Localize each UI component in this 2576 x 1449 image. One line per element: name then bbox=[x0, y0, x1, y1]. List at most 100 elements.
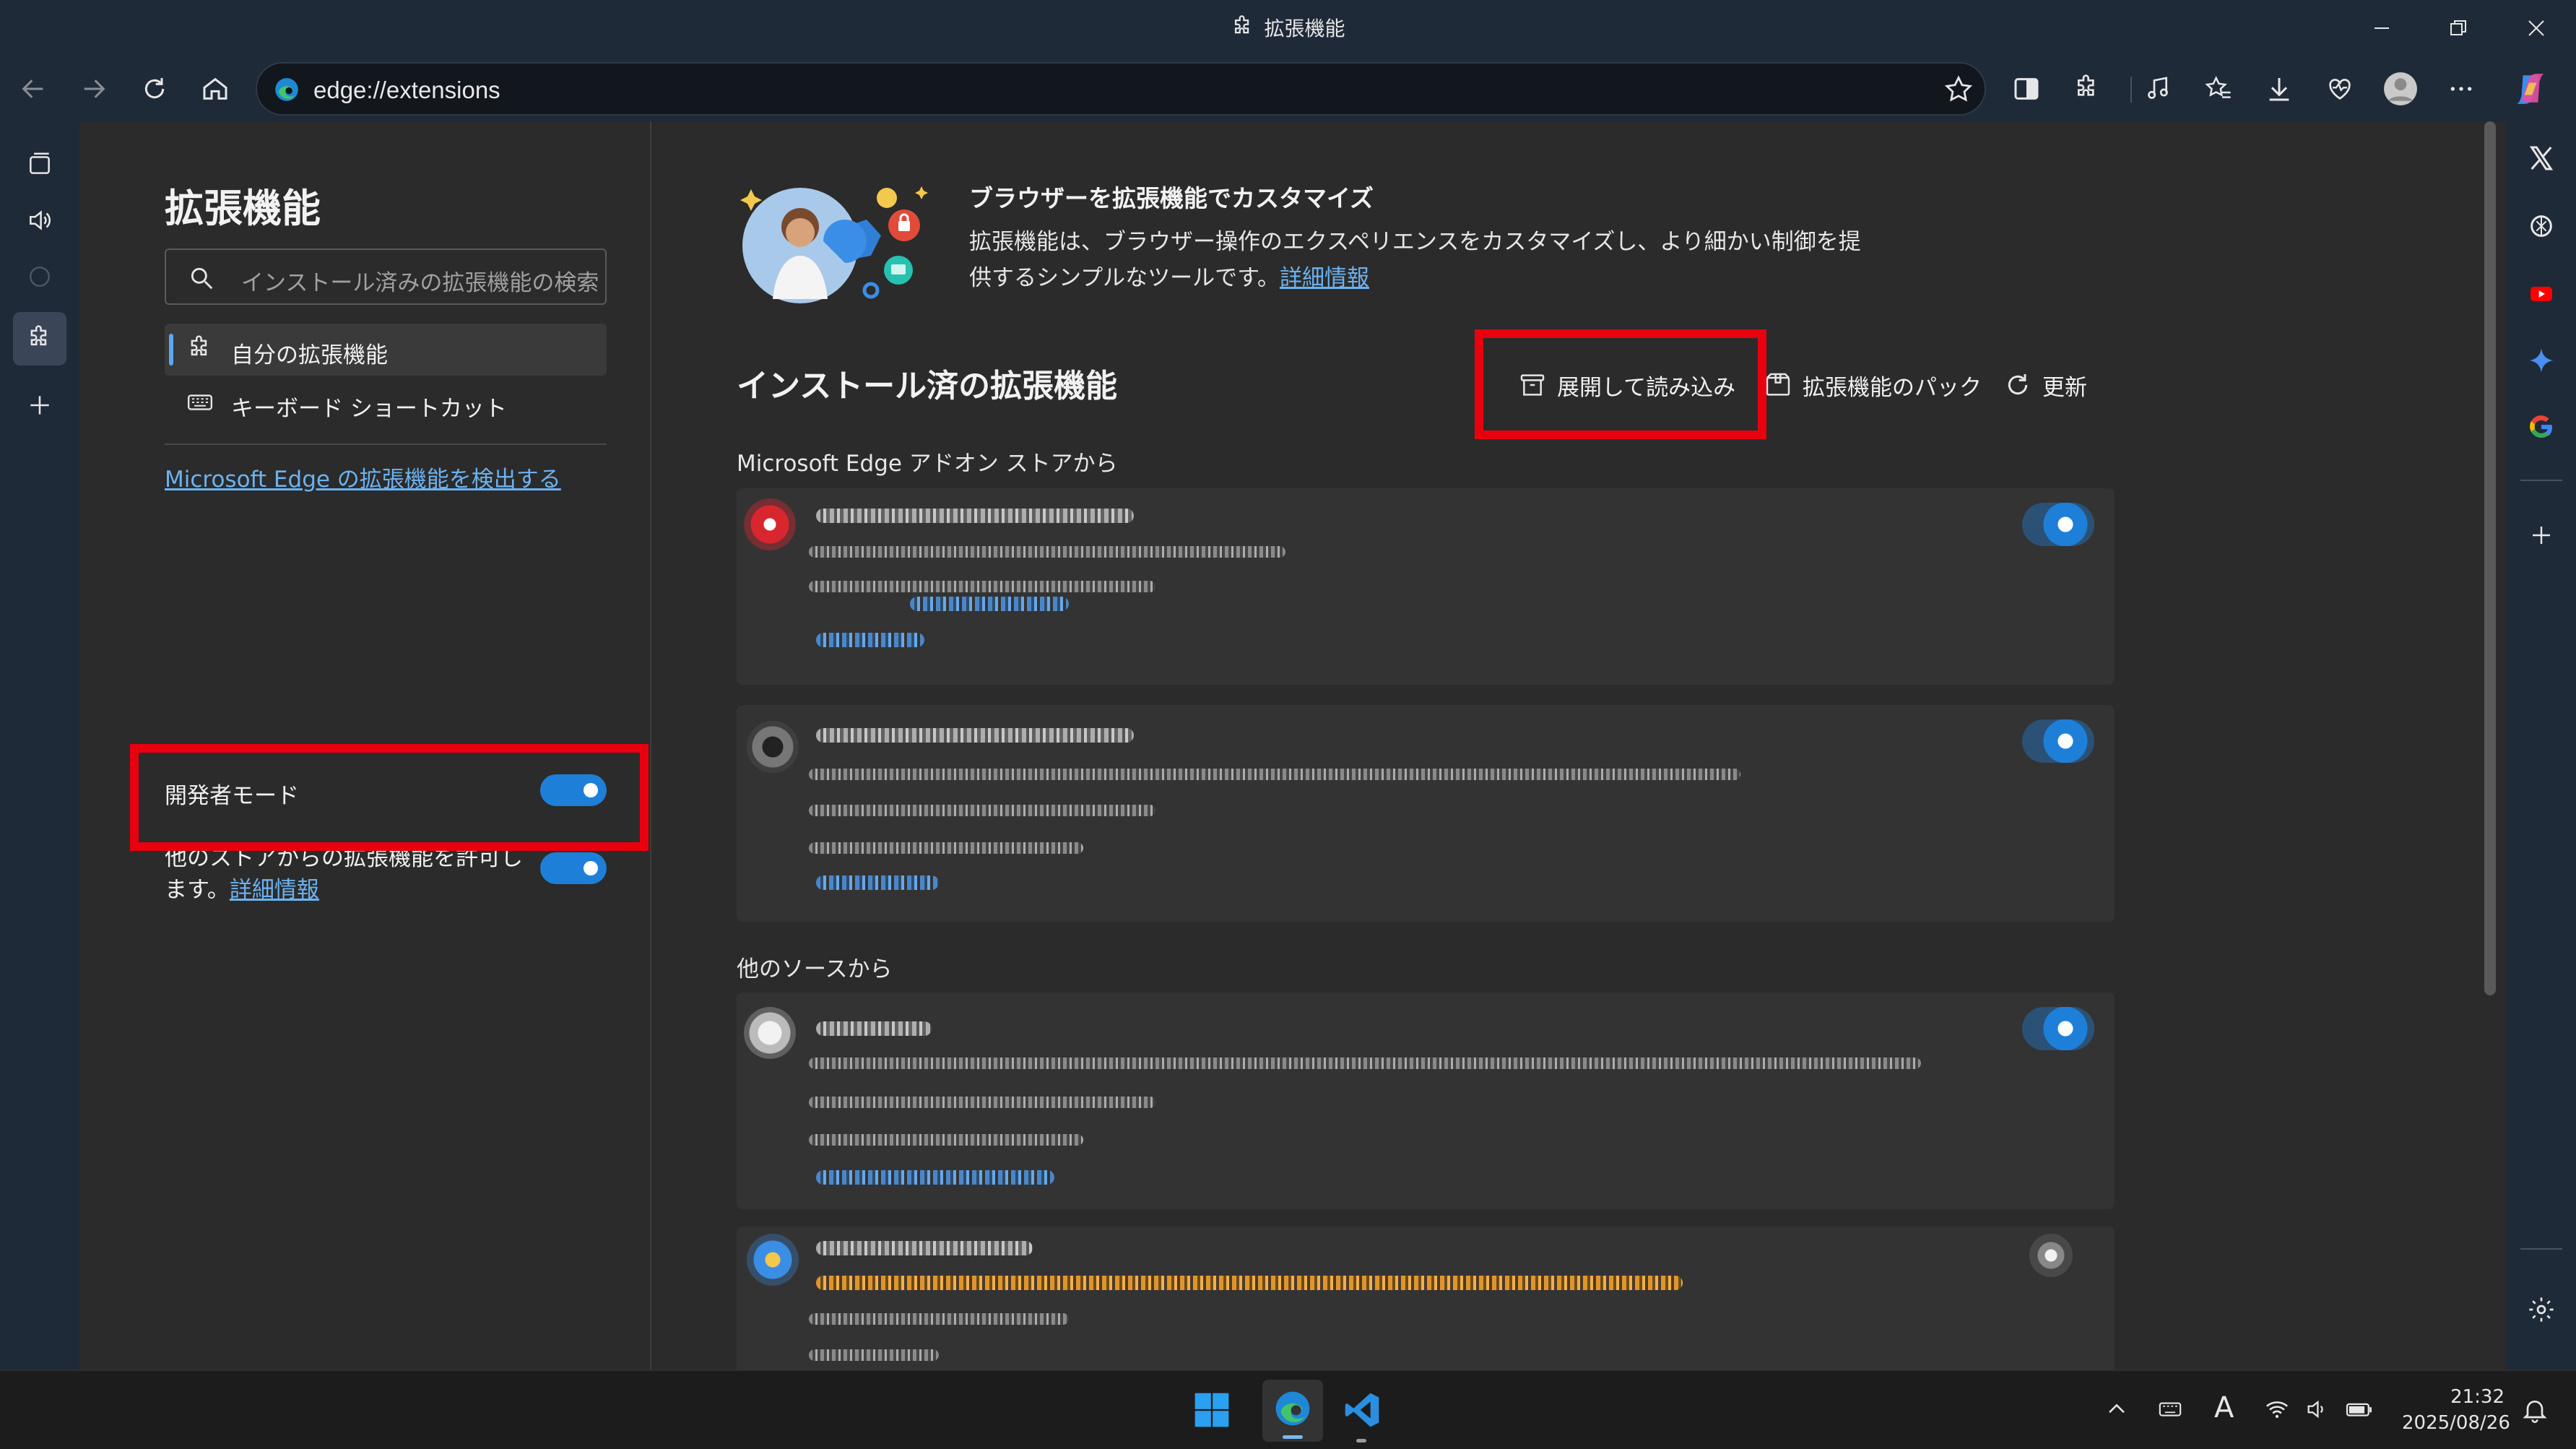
tab-extensions[interactable] bbox=[13, 312, 66, 366]
search-placeholder: インストール済みの拡張機能の検索 bbox=[241, 270, 599, 296]
favorite-star-button[interactable] bbox=[1943, 74, 1974, 105]
close-button[interactable] bbox=[2515, 10, 2558, 46]
tray-overflow-button[interactable] bbox=[2104, 1397, 2129, 1422]
chatgpt-button[interactable] bbox=[2516, 201, 2567, 251]
gemini-button[interactable] bbox=[2516, 335, 2567, 386]
google-button[interactable] bbox=[2516, 402, 2567, 452]
store-section-title: Microsoft Edge アドオン ストアから bbox=[737, 451, 1118, 477]
nav-item-my-extensions[interactable]: 自分の拡張機能 bbox=[165, 324, 607, 376]
browser-essentials-button[interactable] bbox=[2317, 66, 2363, 112]
ime-indicator[interactable]: A bbox=[2214, 1391, 2234, 1424]
copilot-icon bbox=[2517, 74, 2544, 104]
extension-icon bbox=[747, 1234, 799, 1286]
taskbar-edge-button[interactable] bbox=[1262, 1380, 1323, 1442]
windows-taskbar: A 21:32 2025/08/26 bbox=[0, 1370, 2576, 1449]
extension-description-blurred bbox=[809, 546, 1285, 558]
puzzle-icon bbox=[1235, 15, 1249, 34]
banner-learn-more-link[interactable]: 詳細情報 bbox=[1280, 265, 1369, 291]
toolbar-divider bbox=[2130, 77, 2132, 103]
home-button[interactable] bbox=[192, 66, 238, 112]
tab-actions-button[interactable] bbox=[13, 137, 66, 191]
extension-icon bbox=[747, 721, 799, 773]
notifications-button[interactable] bbox=[2520, 1396, 2549, 1424]
volume-icon[interactable] bbox=[2304, 1397, 2330, 1422]
restore-button[interactable] bbox=[2437, 10, 2480, 46]
forward-button[interactable] bbox=[71, 66, 117, 112]
settings-more-button[interactable] bbox=[2438, 66, 2484, 112]
puzzle-icon bbox=[30, 325, 47, 346]
window-title: 拡張機能 bbox=[0, 13, 2576, 42]
new-tab-button[interactable] bbox=[13, 379, 66, 432]
arrow-right-icon bbox=[84, 79, 105, 98]
banner-title: ブラウザーを拡張機能でカスタマイズ bbox=[969, 184, 1374, 212]
wifi-icon[interactable] bbox=[2263, 1397, 2291, 1422]
pack-extension-button[interactable]: 拡張機能のパック bbox=[1764, 360, 1982, 410]
downloads-button[interactable] bbox=[2256, 66, 2302, 112]
extensions-button[interactable] bbox=[2064, 66, 2110, 112]
split-screen-button[interactable] bbox=[2003, 66, 2050, 112]
back-button[interactable] bbox=[10, 66, 56, 112]
extension-enabled-toggle[interactable] bbox=[2022, 719, 2094, 763]
active-indicator bbox=[1283, 1435, 1303, 1439]
sidebar-add-button[interactable] bbox=[2516, 510, 2567, 561]
vscode-icon bbox=[1345, 1393, 1379, 1427]
extension-description-blurred bbox=[809, 1313, 1069, 1325]
x-twitter-button[interactable] bbox=[2516, 133, 2567, 183]
running-indicator bbox=[1356, 1439, 1366, 1442]
nav-item-keyboard-shortcuts[interactable]: キーボード ショートカット bbox=[165, 377, 607, 429]
extensions-search-input[interactable]: インストール済みの拡張機能の検索 bbox=[165, 248, 607, 305]
extension-reload-icon[interactable] bbox=[2029, 1234, 2073, 1277]
update-label: 更新 bbox=[2042, 374, 2087, 401]
developer-mode-highlight bbox=[130, 744, 649, 851]
refresh-button[interactable] bbox=[131, 66, 178, 112]
nav-item-label: キーボード ショートカット bbox=[231, 396, 507, 422]
globe-icon bbox=[30, 267, 50, 287]
other-stores-label: 他のストアからの拡張機能を許可します。 bbox=[165, 845, 523, 903]
youtube-icon bbox=[2531, 287, 2552, 301]
nav-divider bbox=[165, 444, 607, 445]
favorites-button[interactable] bbox=[2195, 66, 2242, 112]
sidebar-divider bbox=[2520, 480, 2562, 481]
chevron-up-icon bbox=[2109, 1403, 2125, 1414]
sidebar-divider bbox=[2520, 1248, 2562, 1250]
extension-enabled-toggle[interactable] bbox=[2022, 1007, 2094, 1050]
discover-extensions-link[interactable]: Microsoft Edge の拡張機能を検出する bbox=[165, 461, 561, 493]
star-icon bbox=[1944, 75, 1973, 102]
home-icon bbox=[203, 77, 227, 100]
sparkle-icon bbox=[2529, 348, 2554, 373]
address-bar[interactable]: edge://extensions bbox=[256, 62, 1986, 116]
download-icon bbox=[2269, 78, 2289, 101]
arrow-left-icon bbox=[22, 79, 43, 98]
tab-faded[interactable] bbox=[13, 250, 66, 303]
minimize-button[interactable] bbox=[2360, 10, 2403, 46]
selection-indicator bbox=[169, 334, 173, 366]
extension-name-blurred bbox=[816, 509, 1134, 523]
extension-enabled-toggle[interactable] bbox=[2022, 503, 2094, 546]
keyboard-icon bbox=[186, 389, 214, 416]
tab-audio[interactable] bbox=[13, 194, 66, 247]
battery-icon[interactable] bbox=[2344, 1397, 2375, 1422]
extension-link-blurred bbox=[816, 875, 939, 890]
update-button[interactable]: 更新 bbox=[2003, 360, 2087, 410]
sidebar-settings-button[interactable] bbox=[2516, 1284, 2567, 1335]
plus-icon bbox=[30, 396, 49, 415]
youtube-button[interactable] bbox=[2516, 269, 2567, 319]
taskbar-vscode-button[interactable] bbox=[1342, 1390, 1382, 1442]
openai-icon bbox=[2531, 215, 2552, 237]
other-stores-toggle[interactable] bbox=[540, 852, 607, 884]
other-stores-learn-more-link[interactable]: 詳細情報 bbox=[230, 877, 319, 903]
page-scrollbar[interactable] bbox=[2484, 121, 2496, 995]
speaker-icon bbox=[30, 210, 51, 230]
plus-icon bbox=[2533, 527, 2550, 544]
start-button[interactable] bbox=[1192, 1390, 1232, 1430]
edge-sidebar bbox=[2506, 121, 2576, 1370]
other-stores-description: 他のストアからの拡張機能を許可します。詳細情報 bbox=[165, 842, 526, 906]
x-logo-icon bbox=[2529, 146, 2554, 170]
touch-keyboard-button[interactable] bbox=[2156, 1397, 2184, 1422]
profile-button[interactable] bbox=[2377, 66, 2424, 112]
clock-time: 21:32 bbox=[2450, 1386, 2505, 1408]
clock[interactable]: 21:32 2025/08/26 bbox=[2402, 1384, 2510, 1436]
copilot-button[interactable] bbox=[2507, 66, 2554, 112]
edge-logo-icon bbox=[273, 76, 300, 103]
read-aloud-button[interactable] bbox=[2135, 66, 2181, 112]
